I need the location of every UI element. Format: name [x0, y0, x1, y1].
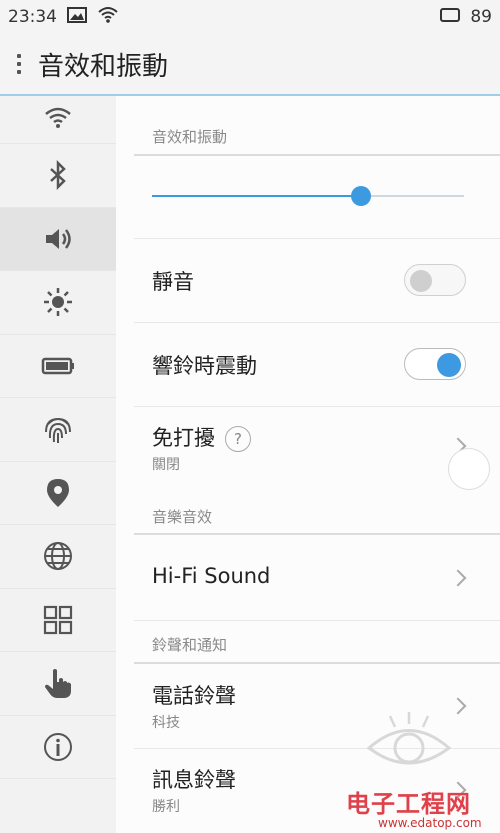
- chevron-right-icon: [449, 569, 467, 587]
- divider: [134, 238, 500, 239]
- sidebar-item-location[interactable]: [0, 462, 116, 525]
- globe-icon: [44, 542, 72, 571]
- divider: [134, 620, 500, 621]
- vibrate-on-ring-label: 響鈴時震動: [152, 354, 257, 378]
- divider: [134, 662, 500, 664]
- status-time: 23:34: [8, 7, 57, 27]
- sidebar-item-apps[interactable]: [0, 589, 116, 652]
- app-bar: 音效和振動: [0, 34, 500, 96]
- sidebar-item-display[interactable]: [0, 271, 116, 335]
- sidebar-item-accessibility[interactable]: [0, 652, 116, 716]
- volume-slider-fill: [152, 195, 362, 197]
- menu-icon[interactable]: [8, 54, 30, 74]
- dnd-label: 免打擾: [152, 426, 215, 450]
- settings-sidebar: [0, 96, 117, 833]
- section-header-music: 音樂音效: [152, 508, 213, 526]
- divider: [134, 406, 500, 407]
- divider: [134, 322, 500, 323]
- toggle-knob: [410, 270, 432, 292]
- sidebar-item-battery[interactable]: [0, 335, 116, 398]
- message-ringtone-label[interactable]: 訊息鈴聲: [152, 764, 236, 794]
- toggle-knob: [437, 353, 461, 377]
- volume-slider[interactable]: [152, 186, 464, 206]
- fingerprint-icon: [45, 418, 71, 444]
- location-icon: [47, 478, 69, 507]
- apps-grid-icon: [43, 605, 73, 634]
- dnd-row[interactable]: 免打擾?: [152, 422, 251, 452]
- loading-spinner: [448, 448, 490, 490]
- volume-icon: [46, 228, 71, 249]
- mute-toggle[interactable]: [404, 264, 466, 296]
- divider: [134, 533, 500, 535]
- page-title: 音效和振動: [38, 51, 169, 82]
- sidebar-item-sound[interactable]: [0, 207, 116, 271]
- sidebar-item-bluetooth[interactable]: [0, 144, 116, 208]
- section-header-sound: 音效和振動: [152, 128, 228, 146]
- vibrate-on-ring-toggle[interactable]: [404, 348, 466, 380]
- sidebar-item-language[interactable]: [0, 525, 116, 589]
- phone-ringtone-value: 科技: [152, 715, 180, 731]
- message-ringtone-value: 勝利: [152, 799, 180, 815]
- wifi-icon: [97, 6, 119, 29]
- sidebar-item-fingerprint[interactable]: [0, 398, 116, 462]
- watermark-eye-logo: [366, 712, 452, 765]
- hifi-sound-row[interactable]: Hi-Fi Sound: [152, 564, 270, 588]
- brightness-icon: [44, 288, 72, 317]
- divider: [134, 154, 500, 156]
- sidebar-item-wifi[interactable]: [0, 96, 116, 144]
- battery-icon: [41, 357, 74, 374]
- watermark-url: www.edatop.com: [378, 816, 482, 830]
- wifi-icon: [45, 107, 71, 128]
- phone-ringtone-label[interactable]: 電話鈴聲: [152, 680, 236, 710]
- battery-level: 89: [470, 7, 492, 27]
- image-icon: [67, 6, 87, 28]
- bluetooth-icon: [50, 160, 66, 191]
- section-header-ringtones: 鈴聲和通知: [152, 636, 228, 654]
- dnd-value: 關閉: [152, 457, 180, 473]
- volume-slider-thumb[interactable]: [351, 186, 372, 206]
- hand-pointer-icon: [45, 669, 71, 699]
- screen-icon: [440, 7, 461, 28]
- mute-label: 靜音: [152, 270, 194, 294]
- help-icon[interactable]: ?: [225, 426, 251, 452]
- info-icon: [44, 732, 72, 761]
- watermark-text: 电子工程网: [346, 790, 471, 818]
- sidebar-item-about[interactable]: [0, 716, 116, 779]
- status-bar: 23:34 89: [0, 0, 500, 34]
- settings-content: 音效和振動 靜音 響鈴時震動 免打擾? 關閉 音樂音效 Hi-Fi Sound …: [116, 96, 500, 833]
